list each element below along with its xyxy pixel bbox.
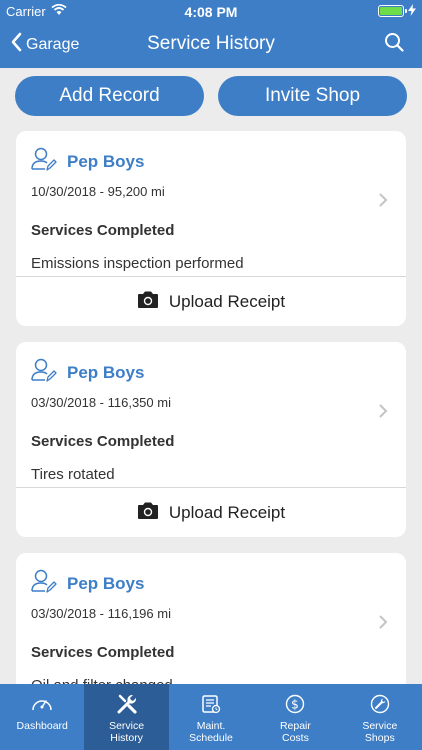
wifi-icon	[51, 3, 67, 19]
tab-label: Dashboard	[16, 720, 68, 732]
services-completed-value: Emissions inspection performed	[31, 255, 244, 272]
upload-receipt-label: Upload Receipt	[168, 503, 286, 522]
shop-name: Pep Boys	[67, 362, 145, 382]
service-record-detail[interactable]: Pep Boys 03/30/2018 - 116,350 mi Service…	[16, 342, 406, 487]
service-record-card: Pep Boys 03/30/2018 - 116,350 mi Service…	[16, 342, 406, 537]
upload-receipt-label: Upload Receipt	[168, 292, 286, 311]
shop-name: Pep Boys	[67, 573, 145, 593]
charging-icon	[408, 3, 416, 19]
shop-name: Pep Boys	[67, 151, 145, 171]
tab-label: Repair Costs	[279, 720, 311, 744]
service-record-card: Pep Boys 10/30/2018 - 95,200 mi Services…	[16, 131, 406, 326]
svg-text:$: $	[292, 698, 300, 712]
tab-label: Service History	[109, 720, 145, 744]
services-completed-value: Tires rotated	[31, 466, 115, 483]
tab-maint-schedule[interactable]: Maint. Schedule	[169, 684, 253, 750]
shop-user-icon	[31, 147, 57, 176]
chevron-right-icon	[379, 193, 388, 212]
tab-label: Service Shops	[362, 720, 398, 744]
tab-repair-costs[interactable]: $ Repair Costs	[253, 684, 337, 750]
tools-icon	[116, 692, 138, 716]
schedule-icon	[201, 692, 221, 716]
shop-user-icon	[31, 569, 57, 598]
tab-label: Maint. Schedule	[189, 720, 233, 744]
camera-icon	[137, 291, 159, 314]
status-bar: Carrier 4:08 PM	[0, 0, 422, 22]
search-icon	[384, 33, 404, 56]
services-completed-label: Services Completed	[31, 222, 175, 239]
services-completed-label: Services Completed	[31, 433, 175, 450]
tab-bar: Dashboard Service History Maint. Schedul…	[0, 684, 422, 750]
carrier-label: Carrier	[6, 3, 46, 19]
upload-receipt-button[interactable]: Upload Receipt	[16, 277, 406, 326]
tab-service-history[interactable]: Service History	[84, 684, 169, 750]
wrench-icon	[370, 692, 390, 716]
shop-user-icon	[31, 358, 57, 387]
search-button[interactable]	[384, 32, 404, 57]
top-bar: Carrier 4:08 PM Garage Service History	[0, 0, 422, 68]
dollar-icon: $	[285, 692, 305, 716]
record-date-mileage: 10/30/2018 - 95,200 mi	[31, 184, 165, 199]
action-buttons: Add Record Invite Shop	[15, 76, 407, 116]
service-record-detail[interactable]: Pep Boys 03/30/2018 - 116,196 mi Service…	[16, 553, 406, 698]
record-date-mileage: 03/30/2018 - 116,196 mi	[31, 606, 171, 621]
camera-icon	[137, 502, 159, 525]
upload-receipt-button[interactable]: Upload Receipt	[16, 488, 406, 537]
record-date-mileage: 03/30/2018 - 116,350 mi	[31, 395, 171, 410]
add-record-button[interactable]: Add Record	[15, 76, 204, 116]
battery-icon	[378, 5, 407, 17]
gauge-icon	[31, 692, 53, 716]
chevron-right-icon	[379, 615, 388, 634]
tab-dashboard[interactable]: Dashboard	[0, 684, 84, 750]
service-record-detail[interactable]: Pep Boys 10/30/2018 - 95,200 mi Services…	[16, 131, 406, 276]
chevron-right-icon	[379, 404, 388, 423]
services-completed-label: Services Completed	[31, 644, 175, 661]
invite-shop-button[interactable]: Invite Shop	[218, 76, 407, 116]
tab-service-shops[interactable]: Service Shops	[338, 684, 422, 750]
service-record-list: Pep Boys 10/30/2018 - 95,200 mi Services…	[16, 131, 406, 750]
page-title: Service History	[147, 33, 275, 54]
